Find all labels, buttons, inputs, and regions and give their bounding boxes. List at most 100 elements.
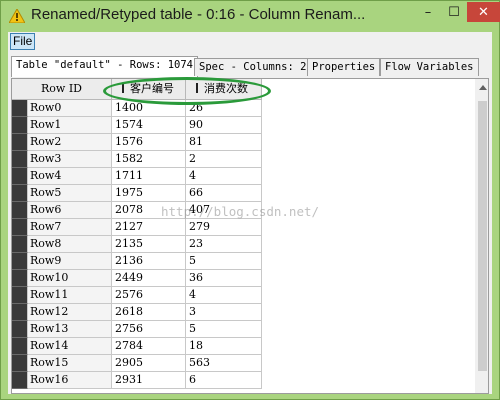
header-row-id[interactable]: Row ID (12, 79, 112, 100)
row-id-cell[interactable]: Row13 (28, 321, 112, 338)
table-row[interactable]: Row0 1400 26 (12, 100, 262, 117)
row-marker (12, 202, 28, 219)
menu-bar: File (8, 32, 492, 51)
customer-id-cell[interactable]: 2135 (112, 236, 186, 253)
table-row[interactable]: Row11 2576 4 (12, 287, 262, 304)
table-row[interactable]: Row7 2127 279 (12, 219, 262, 236)
customer-id-cell[interactable]: 1711 (112, 168, 186, 185)
customer-id-cell[interactable]: 2905 (112, 355, 186, 372)
row-id-cell[interactable]: Row11 (28, 287, 112, 304)
purchase-count-cell[interactable]: 5 (186, 321, 262, 338)
row-id-cell[interactable]: Row5 (28, 185, 112, 202)
header-filler (262, 79, 488, 100)
customer-id-cell[interactable]: 2784 (112, 338, 186, 355)
purchase-count-cell[interactable]: 407 (186, 202, 262, 219)
maximize-button[interactable]: ☐ (441, 2, 467, 22)
customer-id-cell[interactable]: 1576 (112, 134, 186, 151)
purchase-count-cell[interactable]: 90 (186, 117, 262, 134)
row-marker (12, 355, 28, 372)
table-row[interactable]: Row14 2784 18 (12, 338, 262, 355)
row-id-cell[interactable]: Row8 (28, 236, 112, 253)
row-id-cell[interactable]: Row14 (28, 338, 112, 355)
row-id-cell[interactable]: Row6 (28, 202, 112, 219)
customer-id-cell[interactable]: 1582 (112, 151, 186, 168)
row-marker (12, 321, 28, 338)
row-id-cell[interactable]: Row0 (28, 100, 112, 117)
minimize-button[interactable]: – (415, 2, 441, 22)
table-row[interactable]: Row10 2449 36 (12, 270, 262, 287)
header-column-purchase-count[interactable]: 消费次数 (186, 79, 262, 100)
purchase-count-cell[interactable]: 4 (186, 287, 262, 304)
customer-id-cell[interactable]: 1400 (112, 100, 186, 117)
customer-id-cell[interactable]: 1975 (112, 185, 186, 202)
table-row[interactable]: Row5 1975 66 (12, 185, 262, 202)
row-id-cell[interactable]: Row9 (28, 253, 112, 270)
row-id-cell[interactable]: Row3 (28, 151, 112, 168)
purchase-count-cell[interactable]: 6 (186, 372, 262, 389)
purchase-count-cell[interactable]: 279 (186, 219, 262, 236)
row-marker (12, 134, 28, 151)
customer-id-cell[interactable]: 2576 (112, 287, 186, 304)
header-column-customer-id[interactable]: 客户编号 (112, 79, 186, 100)
purchase-count-cell[interactable]: 563 (186, 355, 262, 372)
tab-spec[interactable]: Spec - Columns: 2 (194, 58, 312, 76)
customer-id-cell[interactable]: 2449 (112, 270, 186, 287)
row-id-cell[interactable]: Row16 (28, 372, 112, 389)
row-id-cell[interactable]: Row7 (28, 219, 112, 236)
table-row[interactable]: Row12 2618 3 (12, 304, 262, 321)
table-row[interactable]: Row6 2078 407 (12, 202, 262, 219)
row-id-cell[interactable]: Row2 (28, 134, 112, 151)
data-table: Row ID 客户编号 消费次数 Row0 1400 26 Row1 1574 90 Row… (11, 78, 489, 394)
purchase-count-cell[interactable]: 66 (186, 185, 262, 202)
table-row[interactable]: Row15 2905 563 (12, 355, 262, 372)
customer-id-cell[interactable]: 2078 (112, 202, 186, 219)
row-id-cell[interactable]: Row4 (28, 168, 112, 185)
purchase-count-cell[interactable]: 23 (186, 236, 262, 253)
table-row[interactable]: Row8 2135 23 (12, 236, 262, 253)
purchase-count-cell[interactable]: 5 (186, 253, 262, 270)
tab-flow-variables[interactable]: Flow Variables (380, 58, 479, 76)
table-row[interactable]: Row9 2136 5 (12, 253, 262, 270)
table-row[interactable]: Row4 1711 4 (12, 168, 262, 185)
row-id-cell[interactable]: Row15 (28, 355, 112, 372)
customer-id-cell[interactable]: 2931 (112, 372, 186, 389)
row-marker (12, 151, 28, 168)
purchase-count-cell[interactable]: 36 (186, 270, 262, 287)
title-bar[interactable]: Renamed/Retyped table - 0:16 - Column Re… (1, 1, 500, 32)
customer-id-cell[interactable]: 2136 (112, 253, 186, 270)
table-row[interactable]: Row3 1582 2 (12, 151, 262, 168)
purchase-count-cell[interactable]: 2 (186, 151, 262, 168)
close-button[interactable]: ✕ (467, 2, 500, 22)
row-marker (12, 117, 28, 134)
purchase-count-cell[interactable]: 18 (186, 338, 262, 355)
customer-id-cell[interactable]: 2127 (112, 219, 186, 236)
vertical-scrollbar[interactable] (475, 79, 488, 393)
app-window: Renamed/Retyped table - 0:16 - Column Re… (0, 0, 500, 400)
table-row[interactable]: Row16 2931 6 (12, 372, 262, 389)
scroll-up-arrow-icon[interactable] (479, 85, 487, 90)
row-marker (12, 287, 28, 304)
scrollbar-thumb[interactable] (478, 101, 487, 371)
purchase-count-cell[interactable]: 3 (186, 304, 262, 321)
row-id-cell[interactable]: Row1 (28, 117, 112, 134)
row-marker (12, 219, 28, 236)
column-type-icon (196, 83, 198, 93)
tab-properties[interactable]: Properties (307, 58, 381, 76)
table-row[interactable]: Row2 1576 81 (12, 134, 262, 151)
row-marker (12, 270, 28, 287)
row-id-cell[interactable]: Row10 (28, 270, 112, 287)
customer-id-cell[interactable]: 1574 (112, 117, 186, 134)
window-content: File Table "default" - Rows: 1074 Spec -… (8, 32, 492, 394)
tab-table-default[interactable]: Table "default" - Rows: 1074 (11, 56, 199, 77)
table-row[interactable]: Row13 2756 5 (12, 321, 262, 338)
customer-id-cell[interactable]: 2756 (112, 321, 186, 338)
purchase-count-cell[interactable]: 26 (186, 100, 262, 117)
purchase-count-cell[interactable]: 81 (186, 134, 262, 151)
column-type-icon (122, 83, 124, 93)
row-id-cell[interactable]: Row12 (28, 304, 112, 321)
customer-id-cell[interactable]: 2618 (112, 304, 186, 321)
purchase-count-cell[interactable]: 4 (186, 168, 262, 185)
table-row[interactable]: Row1 1574 90 (12, 117, 262, 134)
menu-file[interactable]: File (10, 33, 36, 50)
row-marker (12, 100, 28, 117)
